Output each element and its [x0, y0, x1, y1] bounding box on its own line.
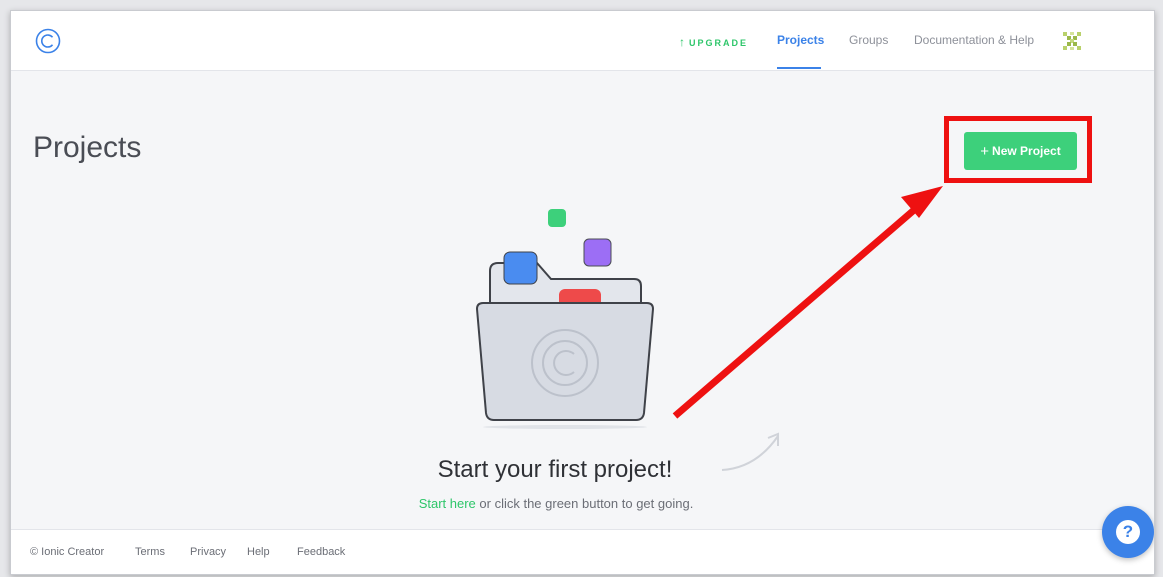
nav-projects[interactable]: Projects — [777, 33, 824, 47]
footer-privacy-link[interactable]: Privacy — [190, 546, 226, 558]
nav-documentation-help[interactable]: Documentation & Help — [914, 33, 1034, 47]
empty-state-hint: or click the green button to get going. — [475, 496, 694, 511]
empty-state-title: Start your first project! — [437, 456, 673, 483]
ionic-creator-logo-icon[interactable] — [35, 28, 61, 54]
user-avatar-icon[interactable] — [1062, 31, 1082, 51]
footer-copyright: © Ionic Creator — [30, 546, 105, 558]
upgrade-link[interactable]: ↑ UPGRADE — [679, 35, 748, 49]
nav-active-indicator — [777, 67, 821, 69]
annotation-highlight-box — [944, 116, 1092, 183]
top-navbar: ↑ UPGRADE Projects Groups Documentation &… — [11, 11, 1154, 71]
footer: © Ionic Creator Terms Privacy Help Feedb… — [11, 529, 1154, 574]
app-window: ↑ UPGRADE Projects Groups Documentation &… — [10, 10, 1155, 575]
empty-state-subtitle: Start here or click the green button to … — [341, 496, 771, 511]
start-here-link[interactable]: Start here — [419, 496, 476, 511]
decorative-curved-arrow-icon — [721, 432, 779, 471]
upgrade-label: UPGRADE — [689, 38, 749, 48]
page-title: Projects — [33, 131, 142, 164]
footer-terms-link[interactable]: Terms — [135, 546, 165, 558]
help-button[interactable]: ? — [1102, 506, 1154, 558]
nav-groups[interactable]: Groups — [849, 33, 888, 47]
footer-help-link[interactable]: Help — [247, 546, 270, 558]
footer-feedback-link[interactable]: Feedback — [297, 546, 345, 558]
arrow-up-icon: ↑ — [679, 35, 685, 49]
empty-folder-illustration — [475, 209, 655, 429]
question-icon: ? — [1116, 520, 1140, 544]
